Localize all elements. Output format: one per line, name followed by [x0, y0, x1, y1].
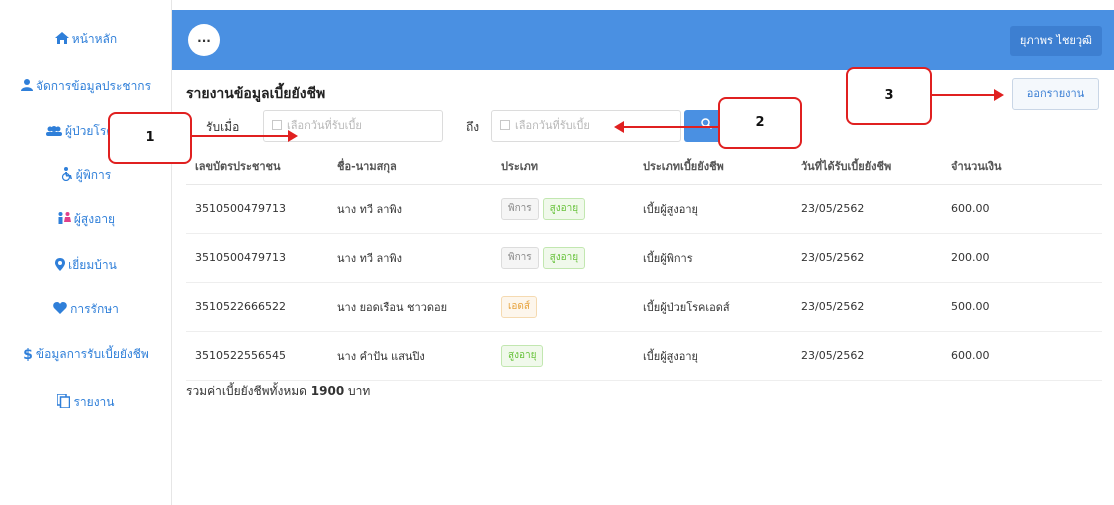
allowance-type-cell: เบี้ยผู้ป่วยโรคเอดส์	[634, 282, 792, 332]
citizen-id-cell: 3510522666522	[186, 282, 328, 332]
sidebar-item-label: ผู้สูงอายุ	[73, 212, 116, 226]
person-icon	[20, 79, 33, 94]
dollar-icon: $	[23, 346, 33, 363]
heart-icon	[53, 302, 67, 317]
table-row: 3510522666522 นาง ยอดเรือน ชาวดอย เอดส์ …	[186, 282, 1102, 332]
name-cell: นาง คำปัน แสนปิง	[328, 331, 492, 381]
sidebar-item-allowance[interactable]: $ ข้อมูลการรับเบี้ยยังชีพ	[0, 345, 172, 364]
date-cell: 23/05/2562	[792, 282, 942, 332]
type-cell: พิการ สูงอายุ	[492, 184, 634, 234]
allowance-type-cell: เบี้ยผู้สูงอายุ	[634, 184, 792, 234]
type-tag: เอดส์	[501, 295, 538, 318]
type-tag: พิการ	[501, 246, 539, 269]
table-header-row: เลขบัตรประชาชน ชื่อ-นามสกุล ประเภท ประเภ…	[186, 148, 1102, 185]
column-header: ประเภท	[492, 148, 634, 185]
sidebar-item-label: รายงาน	[73, 395, 115, 409]
table-row: 3510500479713 นาง ทวี ลาพิง พิการ สูงอายุ…	[186, 184, 1102, 234]
type-tag: สูงอายุ	[542, 246, 586, 269]
annotation-arrow-3	[932, 89, 1004, 101]
sidebar-item-label: ข้อมูลการรับเบี้ยยังชีพ	[35, 347, 149, 361]
sidebar-item-label: การรักษา	[70, 302, 119, 316]
calendar-icon	[272, 120, 282, 130]
sidebar-item-label: จัดการข้อมูลประชากร	[35, 79, 152, 93]
amount-cell: 500.00	[942, 282, 1102, 332]
allowance-type-cell: เบี้ยผู้พิการ	[634, 233, 792, 283]
date-cell: 23/05/2562	[792, 184, 942, 234]
annotation-arrow-1	[192, 130, 298, 142]
sidebar-item-disabled[interactable]: ผู้พิการ	[0, 166, 172, 185]
amount-cell: 600.00	[942, 184, 1102, 234]
allowance-type-cell: เบี้ยผู้สูงอายุ	[634, 331, 792, 381]
type-tag: สูงอายุ	[542, 197, 586, 220]
citizen-id-cell: 3510522556545	[186, 331, 328, 381]
type-tag: สูงอายุ	[501, 344, 544, 367]
date-cell: 23/05/2562	[792, 233, 942, 283]
column-header: เลขบัตรประชาชน	[186, 148, 328, 185]
sidebar-item-elderly[interactable]: ผู้สูงอายุ	[0, 210, 172, 229]
sidebar-item-label: ผู้พิการ	[75, 168, 112, 182]
summary-unit: บาท	[348, 384, 371, 398]
type-tag: พิการ	[501, 197, 539, 220]
column-header: จำนวนเงิน	[942, 148, 1102, 185]
wheelchair-icon	[61, 167, 73, 184]
type-cell: เอดส์	[492, 282, 634, 332]
date-to-placeholder: เลือกวันที่รับเบี้ย	[515, 119, 590, 132]
column-header: ชื่อ-นามสกุล	[328, 148, 492, 185]
sidebar-item-label: เยี่ยมบ้าน	[68, 258, 117, 272]
map-pin-icon	[55, 257, 66, 274]
amount-cell: 200.00	[942, 233, 1102, 283]
column-header: ประเภทเบี้ยยังชีพ	[634, 148, 792, 185]
summary-total: 1900	[310, 384, 345, 398]
column-header: วันที่ได้รับเบี้ยยังชีพ	[792, 148, 942, 185]
sidebar-item-report[interactable]: รายงาน	[0, 393, 172, 412]
type-cell: พิการ สูงอายุ	[492, 233, 634, 283]
annotation-callout-2: 2	[718, 97, 802, 149]
summary-label: รวมค่าเบี้ยยังชีพทั้งหมด	[186, 384, 307, 398]
name-cell: นาง ยอดเรือน ชาวดอย	[328, 282, 492, 332]
allowance-table: เลขบัตรประชาชน ชื่อ-นามสกุล ประเภท ประเภ…	[186, 148, 1102, 381]
name-cell: นาง ทวี ลาพิง	[328, 184, 492, 234]
group-icon	[46, 125, 62, 139]
page-title: รายงานข้อมูลเบี้ยยังชีพ	[186, 86, 326, 102]
home-icon	[54, 32, 69, 47]
top-bar: ... ยุภาพร ไชยวุฒิ	[172, 10, 1114, 70]
menu-button[interactable]: ...	[188, 24, 220, 56]
sidebar-item-label: หน้าหลัก	[71, 32, 118, 46]
citizen-id-cell: 3510500479713	[186, 184, 328, 234]
sidebar-item-population[interactable]: จัดการข้อมูลประชากร	[0, 77, 172, 96]
sidebar-item-label: ผู้ป่วยโรค	[65, 124, 115, 138]
sidebar: หน้าหลัก จัดการข้อมูลประชากร ผู้ป่วยโรค …	[0, 0, 172, 505]
annotation-callout-1: 1	[108, 112, 192, 164]
copy-icon	[56, 393, 71, 411]
sidebar-item-home-visit[interactable]: เยี่ยมบ้าน	[0, 256, 172, 275]
sidebar-item-home[interactable]: หน้าหลัก	[0, 30, 172, 49]
table-row: 3510522556545 นาง คำปัน แสนปิง สูงอายุ เ…	[186, 331, 1102, 381]
user-menu-button[interactable]: ยุภาพร ไชยวุฒิ	[1009, 26, 1102, 56]
amount-cell: 600.00	[942, 331, 1102, 381]
table-row: 3510500479713 นาง ทวี ลาพิง พิการ สูงอายุ…	[186, 233, 1102, 283]
annotation-arrow-2	[614, 121, 718, 133]
type-cell: สูงอายุ	[492, 331, 634, 381]
sidebar-item-treatment[interactable]: การรักษา	[0, 300, 172, 319]
name-cell: นาง ทวี ลาพิง	[328, 233, 492, 283]
calendar-icon	[500, 120, 510, 130]
date-from-placeholder: เลือกวันที่รับเบี้ย	[287, 119, 362, 132]
export-report-button[interactable]: ออกรายงาน	[1012, 78, 1099, 110]
citizen-id-cell: 3510500479713	[186, 233, 328, 283]
date-to-label: ถึง	[466, 120, 480, 134]
annotation-callout-3: 3	[846, 67, 932, 125]
total-summary: รวมค่าเบี้ยยังชีพทั้งหมด 1900 บาท	[186, 382, 370, 401]
elderly-icon	[57, 212, 71, 227]
date-cell: 23/05/2562	[792, 331, 942, 381]
